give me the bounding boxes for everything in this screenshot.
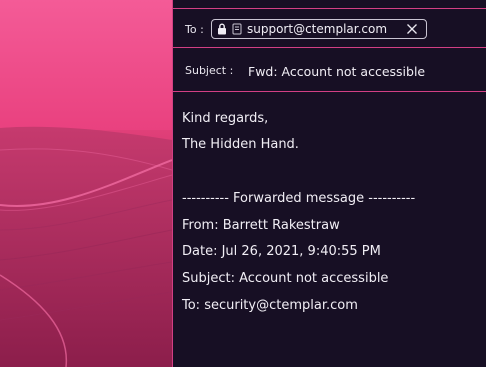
close-icon[interactable] xyxy=(406,23,418,35)
to-label: To : xyxy=(185,23,204,36)
lock-icon xyxy=(217,23,227,35)
forward-from: From: Barrett Rakestraw xyxy=(182,218,340,233)
signature-line: The Hidden Hand. xyxy=(182,137,299,152)
subject-row[interactable]: Subject : Fwd: Account not accessible xyxy=(173,48,486,92)
forward-subject: Subject: Account not accessible xyxy=(182,271,389,286)
forward-to: To: security@ctemplar.com xyxy=(182,298,358,313)
signoff-line: Kind regards, xyxy=(182,111,269,126)
compose-panel: To : support@ctemplar.com Subject: Fwd:… xyxy=(172,0,486,367)
contact-card-icon xyxy=(232,23,242,35)
recipient-chip[interactable]: support@ctemplar.com xyxy=(211,19,427,39)
subject-label: Subject : xyxy=(185,64,234,77)
forward-header: ---------- Forwarded message ---------- xyxy=(182,191,416,206)
subject-input[interactable]: Fwd: Account not accessible xyxy=(248,64,425,79)
screen: To : support@ctemplar.com Subject: Fwd:… xyxy=(0,0,486,367)
recipient-address: support@ctemplar.com xyxy=(247,22,388,36)
forward-date: Date: Jul 26, 2021, 9:40:55 PM xyxy=(182,244,381,259)
to-row: To : support@ctemplar.com xyxy=(173,9,486,48)
wallpaper-waves xyxy=(0,0,172,367)
wallpaper-background xyxy=(0,0,172,367)
